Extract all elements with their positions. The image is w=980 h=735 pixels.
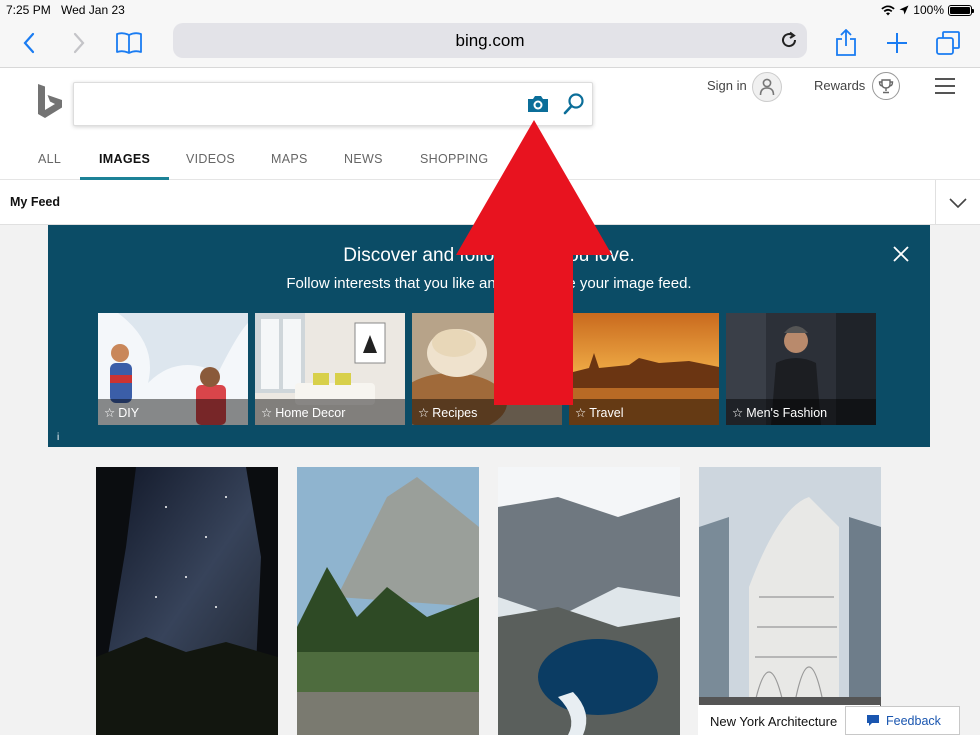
plus-icon — [887, 33, 907, 53]
chevron-down-icon — [949, 197, 967, 208]
tab-videos[interactable]: VIDEOS — [186, 152, 235, 180]
tabs-button[interactable] — [933, 28, 963, 58]
close-icon — [893, 246, 909, 262]
tile-label: Men's Fashion — [746, 406, 828, 420]
battery-percent: 100% — [913, 3, 944, 17]
status-time: 7:25 PM — [6, 3, 51, 17]
trophy-icon — [878, 79, 894, 94]
tile-caption: ☆ Men's Fashion — [726, 399, 876, 425]
tabs-icon — [936, 31, 960, 55]
search-button[interactable] — [562, 91, 586, 117]
bing-logo[interactable] — [36, 84, 64, 125]
hamburger-icon — [935, 78, 955, 80]
banner-close-button[interactable] — [892, 245, 910, 263]
interest-tile-mens-fashion[interactable]: ☆ Men's Fashion — [726, 313, 876, 425]
url-text: bing.com — [455, 30, 525, 50]
tile-label: Home Decor — [275, 406, 346, 420]
rewards-link[interactable]: Rewards — [814, 78, 865, 93]
bing-logo-icon — [38, 84, 62, 118]
image-result[interactable] — [297, 467, 479, 735]
image-result[interactable] — [498, 467, 680, 735]
my-feed-label: My Feed — [10, 195, 61, 209]
battery-icon — [948, 4, 974, 16]
menu-button[interactable] — [935, 78, 955, 94]
feed-expand-button[interactable] — [935, 180, 980, 225]
search-icon — [563, 93, 584, 115]
location-icon — [899, 5, 909, 15]
sign-in-link[interactable]: Sign in — [707, 78, 747, 93]
glacier-lake-image — [498, 467, 680, 735]
star-icon: ☆ — [732, 406, 744, 420]
visual-search-button[interactable] — [526, 93, 550, 115]
user-icon — [759, 78, 775, 96]
forward-button[interactable] — [64, 28, 94, 58]
image-result[interactable] — [96, 467, 278, 735]
tile-label: Travel — [589, 406, 624, 420]
star-icon: ☆ — [418, 406, 430, 420]
tile-caption: ☆ DIY — [98, 399, 248, 425]
tab-news[interactable]: NEWS — [344, 152, 383, 180]
annotation-arrow — [456, 120, 612, 405]
star-icon: ☆ — [261, 406, 273, 420]
night-sky-image — [96, 467, 278, 735]
reload-icon — [782, 31, 797, 48]
share-icon — [836, 29, 856, 56]
reload-button[interactable] — [777, 28, 801, 52]
book-icon — [116, 32, 142, 54]
chevron-right-icon — [73, 32, 85, 54]
tab-maps[interactable]: MAPS — [271, 152, 308, 180]
tab-images[interactable]: IMAGES — [79, 152, 170, 180]
interest-tile-home-decor[interactable]: ☆ Home Decor — [255, 313, 405, 425]
status-bar: 7:25 PM Wed Jan 23 100% — [0, 0, 980, 20]
feedback-button[interactable]: Feedback — [845, 706, 960, 735]
interest-tile-diy[interactable]: ☆ DIY — [98, 313, 248, 425]
browser-toolbar: bing.com — [0, 20, 980, 68]
camera-icon — [528, 96, 548, 112]
avatar[interactable] — [752, 72, 782, 102]
search-input[interactable] — [82, 91, 512, 117]
star-icon: ☆ — [575, 406, 587, 420]
info-icon[interactable]: i — [57, 432, 59, 443]
tile-label: Recipes — [432, 406, 478, 420]
chevron-left-icon — [23, 32, 35, 54]
tab-all[interactable]: ALL — [38, 152, 61, 180]
bookmarks-button[interactable] — [114, 28, 144, 58]
status-right: 100% — [881, 3, 974, 17]
wifi-icon — [881, 4, 895, 15]
new-tab-button[interactable] — [882, 28, 912, 58]
feedback-label: Feedback — [886, 713, 941, 728]
feedback-icon — [867, 715, 879, 726]
tile-caption: ☆ Home Decor — [255, 399, 405, 425]
image-result[interactable] — [699, 467, 881, 735]
address-bar[interactable]: bing.com — [173, 23, 807, 58]
rewards-badge[interactable] — [872, 72, 900, 100]
mountain-lake-image — [297, 467, 479, 735]
tile-label: DIY — [118, 406, 140, 420]
share-button[interactable] — [831, 28, 861, 58]
back-button[interactable] — [14, 28, 44, 58]
status-date: Wed Jan 23 — [61, 3, 125, 17]
star-icon: ☆ — [104, 406, 116, 420]
architecture-image — [699, 467, 881, 735]
